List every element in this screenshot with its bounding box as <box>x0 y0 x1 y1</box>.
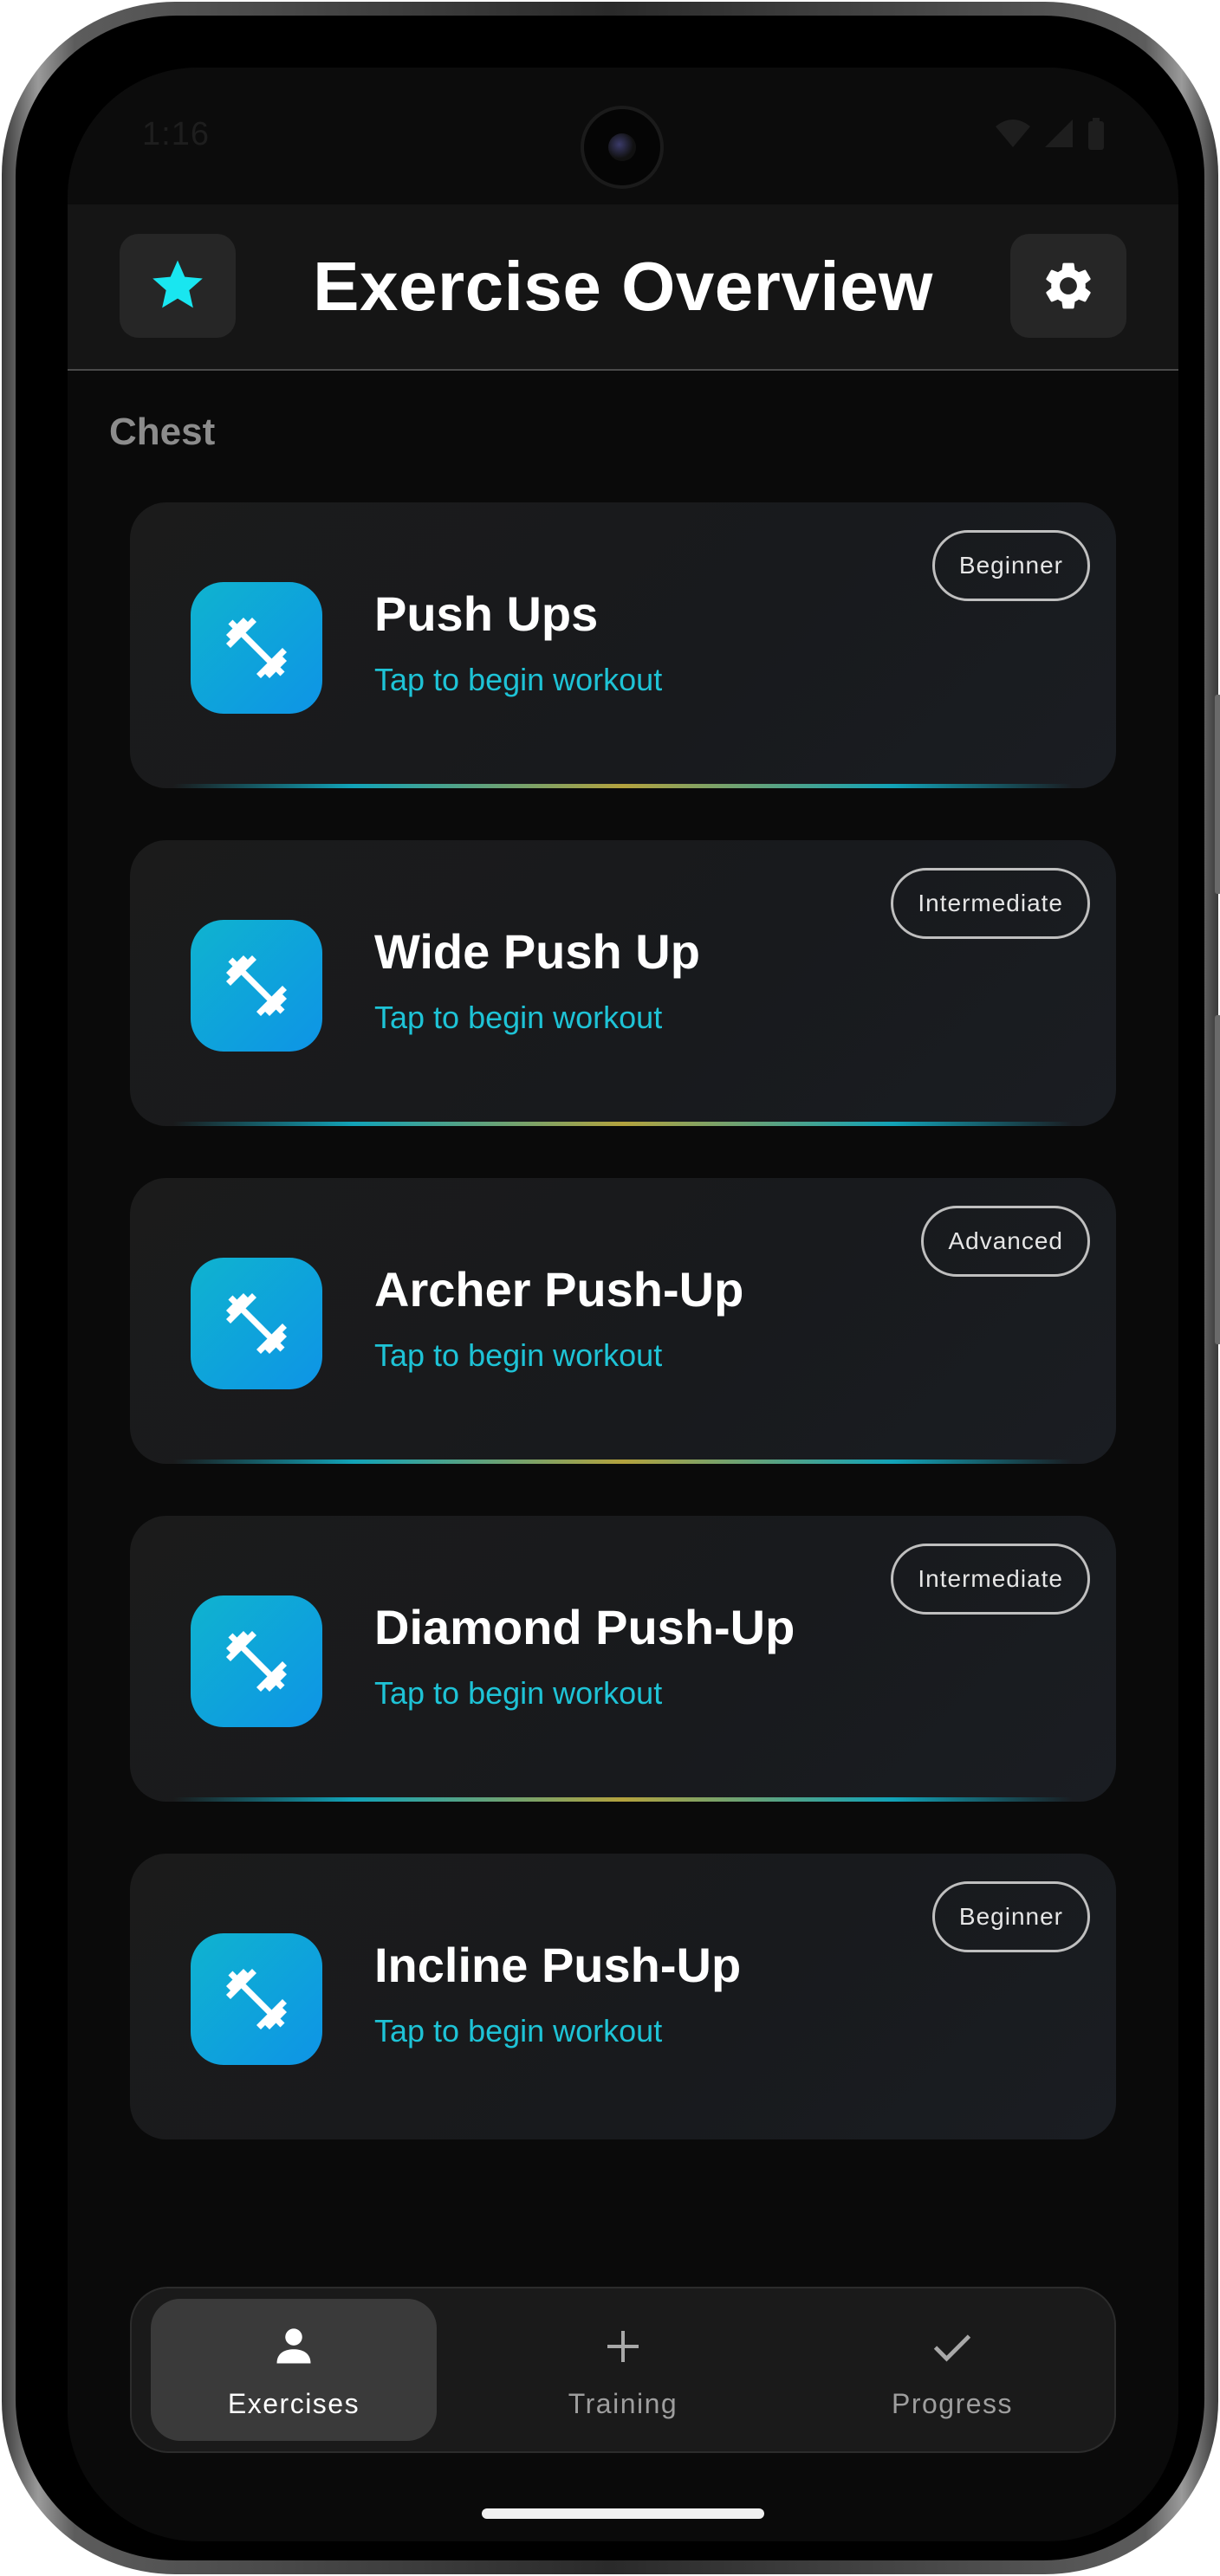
exercise-card[interactable]: Diamond Push-Up Tap to begin workout Int… <box>130 1516 1116 1802</box>
nav-label: Exercises <box>227 2387 360 2419</box>
dumbbell-icon <box>226 1293 287 1354</box>
exercise-icon-tile <box>191 582 322 714</box>
dumbbell-icon <box>226 618 287 678</box>
exercise-name: Diamond Push-Up <box>374 1600 795 1654</box>
exercise-name: Archer Push-Up <box>374 1262 744 1317</box>
phone-bezel: 1:16 Exercise Overview Chest Push Ups Ta… <box>16 16 1204 2560</box>
signal-icon <box>1045 120 1073 147</box>
home-indicator[interactable] <box>482 2508 764 2519</box>
exercise-name: Wide Push Up <box>374 924 700 979</box>
dumbbell-icon <box>226 1631 287 1692</box>
exercise-subtitle: Tap to begin workout <box>374 662 663 697</box>
dumbbell-icon <box>226 1969 287 2029</box>
exercise-card[interactable]: Wide Push Up Tap to begin workout Interm… <box>130 840 1116 1126</box>
difficulty-badge: Beginner <box>931 1881 1090 1952</box>
bottom-navigation: Exercises Training Progress <box>130 2287 1116 2453</box>
exercise-name: Incline Push-Up <box>374 1938 742 1992</box>
settings-button[interactable] <box>1010 234 1126 338</box>
card-accent-line <box>173 1797 1073 1802</box>
difficulty-badge: Intermediate <box>891 1544 1090 1615</box>
status-time: 1:16 <box>142 116 210 152</box>
difficulty-badge: Intermediate <box>891 868 1090 939</box>
nav-label: Progress <box>891 2387 1014 2419</box>
exercise-subtitle: Tap to begin workout <box>374 2013 663 2049</box>
card-accent-line <box>173 1460 1073 1464</box>
difficulty-badge: Advanced <box>921 1206 1090 1277</box>
nav-item-progress[interactable]: Progress <box>809 2299 1095 2441</box>
power-button <box>1215 1015 1220 1344</box>
section-title: Chest <box>109 411 216 453</box>
exercise-icon-tile <box>191 1933 322 2065</box>
nav-label: Training <box>568 2387 678 2419</box>
app-header: Exercise Overview <box>68 204 1178 371</box>
check-icon <box>933 2333 971 2361</box>
nav-item-training[interactable]: Training <box>480 2299 766 2441</box>
exercise-card[interactable]: Push Ups Tap to begin workout Beginner <box>130 502 1116 788</box>
exercise-icon-tile <box>191 920 322 1052</box>
battery-icon <box>1088 118 1104 150</box>
exercise-subtitle: Tap to begin workout <box>374 1675 663 1711</box>
dumbbell-icon <box>226 955 287 1016</box>
exercise-card[interactable]: Incline Push-Up Tap to begin workout Beg… <box>130 1854 1116 2139</box>
volume-button <box>1215 695 1220 894</box>
person-icon <box>276 2327 311 2363</box>
status-icons <box>995 118 1106 151</box>
plus-icon <box>607 2330 639 2362</box>
exercise-subtitle: Tap to begin workout <box>374 1000 663 1035</box>
gear-icon <box>1046 262 1091 309</box>
front-camera <box>581 106 664 189</box>
difficulty-badge: Beginner <box>931 530 1090 601</box>
status-bar: 1:16 <box>68 68 1178 204</box>
card-accent-line <box>173 784 1073 788</box>
exercise-card[interactable]: Archer Push-Up Tap to begin workout Adva… <box>130 1178 1116 1464</box>
wifi-icon <box>996 120 1030 147</box>
exercise-icon-tile <box>191 1595 322 1727</box>
screen: 1:16 Exercise Overview Chest Push Ups Ta… <box>68 68 1178 2541</box>
exercise-name: Push Ups <box>374 586 599 641</box>
phone-frame: 1:16 Exercise Overview Chest Push Ups Ta… <box>2 2 1220 2574</box>
exercise-icon-tile <box>191 1258 322 1389</box>
card-accent-line <box>173 1122 1073 1126</box>
nav-item-exercises[interactable]: Exercises <box>151 2299 437 2441</box>
exercise-subtitle: Tap to begin workout <box>374 1337 663 1373</box>
